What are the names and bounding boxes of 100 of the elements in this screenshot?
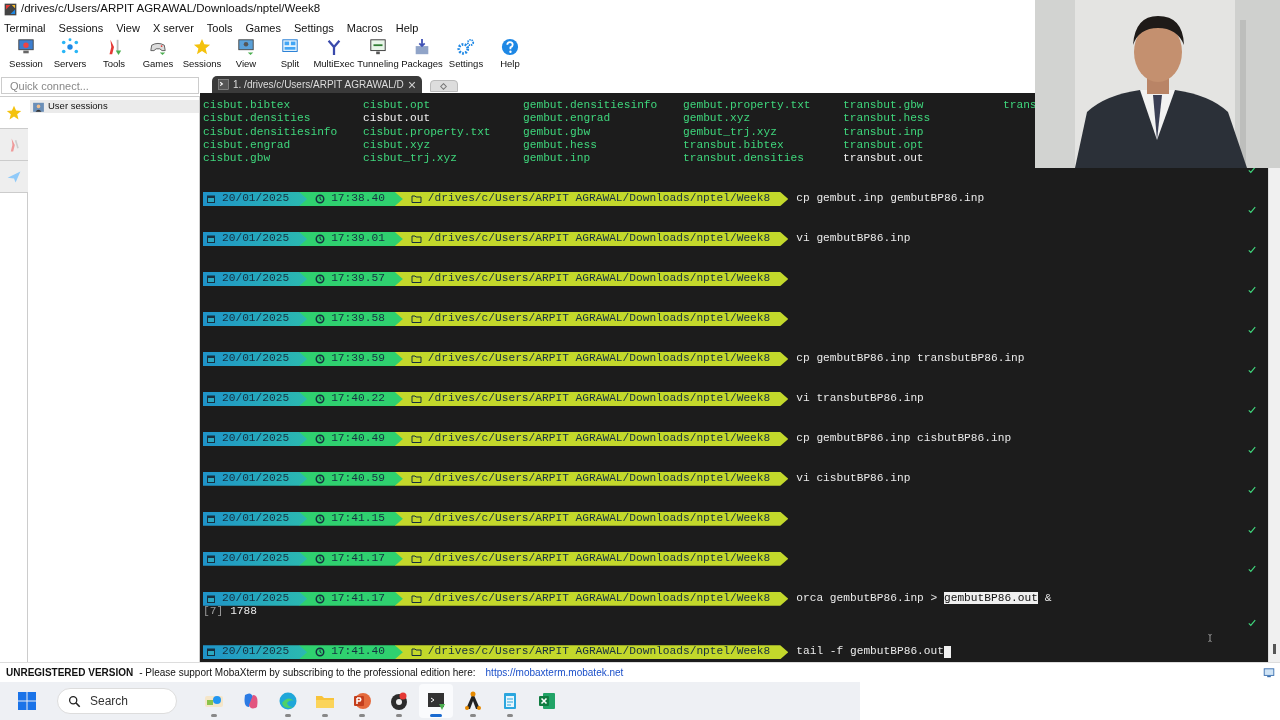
file-name: transbut.bibtex (683, 139, 785, 153)
path-text: /drives/c/Users/ARPIT AGRAWAL/Downloads/nptel/Week8 (427, 232, 771, 246)
toolbar-button[interactable]: Settings (444, 38, 488, 72)
time-text: 17:40.22 (331, 392, 385, 406)
file-name: transbut.hess (843, 112, 932, 126)
time-text: 17:38.40 (331, 192, 385, 206)
menu-item[interactable]: Tools (206, 17, 238, 37)
toolbar-button[interactable]: Servers (48, 38, 92, 72)
quick-connect-field[interactable]: Quick connect... (1, 77, 199, 94)
file-name: cisbut.densitiesinfo (203, 125, 339, 139)
time-text: 17:41.15 (331, 512, 385, 526)
support-message: - Please support MobaXterm by subscribing to the professional edition here: (139, 666, 476, 680)
path-text: /drives/c/Users/ARPIT AGRAWAL/Downloads/nptel/Week8 (427, 592, 771, 606)
date-text: 20/01/2025 (222, 472, 290, 486)
process-id: 1788 (230, 605, 257, 619)
date-text: 20/01/2025 (222, 552, 290, 566)
toolbar-button[interactable]: Tunneling (356, 38, 400, 72)
file-name: transbut.densities (683, 152, 805, 166)
path-text: /drives/c/Users/ARPIT AGRAWAL/Downloads/nptel/Week8 (427, 512, 771, 526)
path-text: /drives/c/Users/ARPIT AGRAWAL/Downloads/nptel/Week8 (427, 432, 771, 446)
file-name: gembut.inp (523, 152, 592, 166)
file-name: cisbut.densities (203, 112, 312, 126)
toolbar-button[interactable]: Tools (92, 38, 136, 72)
file-name: transbut.out (843, 152, 925, 166)
file-name: gembut.densitiesinfo (523, 99, 659, 113)
command-text: tail -f gembutBP86.out (796, 645, 944, 659)
path-text: /drives/c/Users/ARPIT AGRAWAL/Downloads/nptel/Week8 (427, 552, 771, 566)
time-text: 17:39.01 (331, 232, 385, 246)
time-text: 17:41.17 (331, 552, 385, 566)
date-text: 20/01/2025 (222, 192, 290, 206)
toolbar-button[interactable]: Packages (400, 38, 444, 72)
file-name: gembut.gbw (523, 125, 592, 139)
date-text: 20/01/2025 (222, 392, 290, 406)
menu-item[interactable]: Terminal (4, 17, 51, 37)
toolbar-button[interactable]: Games (136, 38, 180, 72)
terminal-tab[interactable]: 1. /drives/c/Users/ARPIT AGRAWAL/D (212, 76, 422, 93)
command-text: cp gembut.inp gembutBP86.inp (796, 192, 985, 206)
menu-item[interactable]: Help (395, 17, 424, 37)
time-text: 17:41.40 (331, 645, 385, 659)
file-name: cisbut_trj.xyz (363, 152, 458, 166)
date-text: 20/01/2025 (222, 232, 290, 246)
file-name: gembut.hess (523, 139, 598, 153)
file-name: transbut.gbw (843, 99, 925, 113)
command-text: cp gembutBP86.inp cisbutBP86.inp (796, 432, 1012, 446)
date-text: 20/01/2025 (222, 312, 290, 326)
menu-item[interactable]: View (116, 17, 145, 37)
file-name: cisbut.opt (363, 99, 432, 113)
command-text: vi transbutBP86.inp (796, 392, 924, 406)
window-title: /drives/c/Users/ARPIT AGRAWAL/Downloads/nptel/Week8 (21, 1, 321, 17)
menu-item[interactable]: Settings (294, 17, 339, 37)
time-text: 17:41.17 (331, 592, 385, 606)
command-text: vi gembutBP86.inp (796, 232, 911, 246)
toolbar-button[interactable]: View (224, 38, 268, 72)
file-name: cisbut.engrad (203, 139, 292, 153)
file-name: gembut.engrad (523, 112, 612, 126)
toolbar-button[interactable]: Sessions (180, 38, 224, 72)
path-text: /drives/c/Users/ARPIT AGRAWAL/Downloads/nptel/Week8 (427, 352, 771, 366)
tree-item[interactable]: User sessions (30, 100, 199, 113)
command-text: cp gembutBP86.inp transbutBP86.inp (796, 352, 1025, 366)
time-text: 17:39.57 (331, 272, 385, 286)
file-name: cisbut.bibtex (203, 99, 292, 113)
date-text: 20/01/2025 (222, 432, 290, 446)
time-text: 17:40.59 (331, 472, 385, 486)
path-text: /drives/c/Users/ARPIT AGRAWAL/Downloads/nptel/Week8 (427, 312, 771, 326)
path-text: /drives/c/Users/ARPIT AGRAWAL/Downloads/nptel/Week8 (427, 392, 771, 406)
file-name: cisbut.xyz (363, 139, 432, 153)
time-text: 17:39.59 (331, 352, 385, 366)
toolbar-button[interactable]: MultiExec (312, 38, 356, 72)
command-text: orca gembutBP86.inp > gembutBP86.out & (796, 592, 1052, 606)
file-name: cisbut.out (363, 112, 432, 126)
toolbar-button[interactable]: Help (488, 38, 532, 72)
toolbar-button[interactable]: Session (4, 38, 48, 72)
file-name: cisbut.property.txt (363, 125, 492, 139)
website-link[interactable]: https://mobaxterm.mobatek.net (485, 665, 624, 680)
date-text: 20/01/2025 (222, 352, 290, 366)
tab-label: 1. /drives/c/Users/ARPIT AGRAWAL/D (233, 78, 404, 92)
date-text: 20/01/2025 (222, 272, 290, 286)
file-name: trans (1003, 99, 1038, 113)
file-name: cisbut.gbw (203, 152, 272, 166)
time-text: 17:40.49 (331, 432, 385, 446)
menu-item[interactable]: Games (245, 17, 286, 37)
path-text: /drives/c/Users/ARPIT AGRAWAL/Downloads/nptel/Week8 (427, 472, 771, 486)
menu-item[interactable]: Macros (346, 17, 388, 37)
toolbar-button[interactable]: Split (268, 38, 312, 72)
path-text: /drives/c/Users/ARPIT AGRAWAL/Downloads/nptel/Week8 (427, 645, 771, 659)
time-text: 17:39.58 (331, 312, 385, 326)
menu-item[interactable]: X server (152, 17, 199, 37)
file-name: transbut.opt (843, 139, 925, 153)
file-name: gembut.xyz (683, 112, 752, 126)
path-text: /drives/c/Users/ARPIT AGRAWAL/Downloads/nptel/Week8 (427, 272, 771, 286)
file-name: transbut.inp (843, 125, 925, 139)
date-text: 20/01/2025 (222, 645, 290, 659)
path-text: /drives/c/Users/ARPIT AGRAWAL/Downloads/nptel/Week8 (427, 192, 771, 206)
file-name: gembut.property.txt (683, 99, 812, 113)
search-field[interactable]: Search (57, 688, 177, 714)
job-id: [7] (203, 605, 224, 619)
command-text: vi cisbutBP86.inp (796, 472, 911, 486)
unregistered-label: UNREGISTERED VERSION (6, 666, 134, 680)
menu-item[interactable]: Sessions (58, 17, 109, 37)
file-name: gembut_trj.xyz (683, 125, 778, 139)
